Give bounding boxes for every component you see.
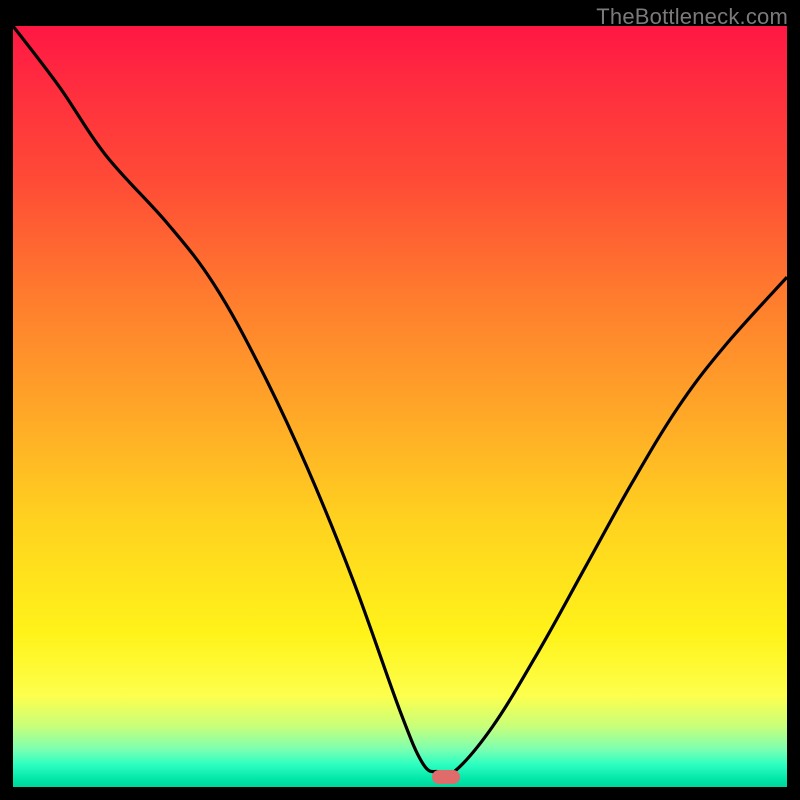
curve-path xyxy=(13,26,787,776)
bottleneck-curve xyxy=(13,26,787,787)
optimum-marker xyxy=(432,770,460,784)
plot-area xyxy=(13,26,787,787)
watermark-text: TheBottleneck.com xyxy=(596,4,788,30)
chart-frame: TheBottleneck.com xyxy=(0,0,800,800)
